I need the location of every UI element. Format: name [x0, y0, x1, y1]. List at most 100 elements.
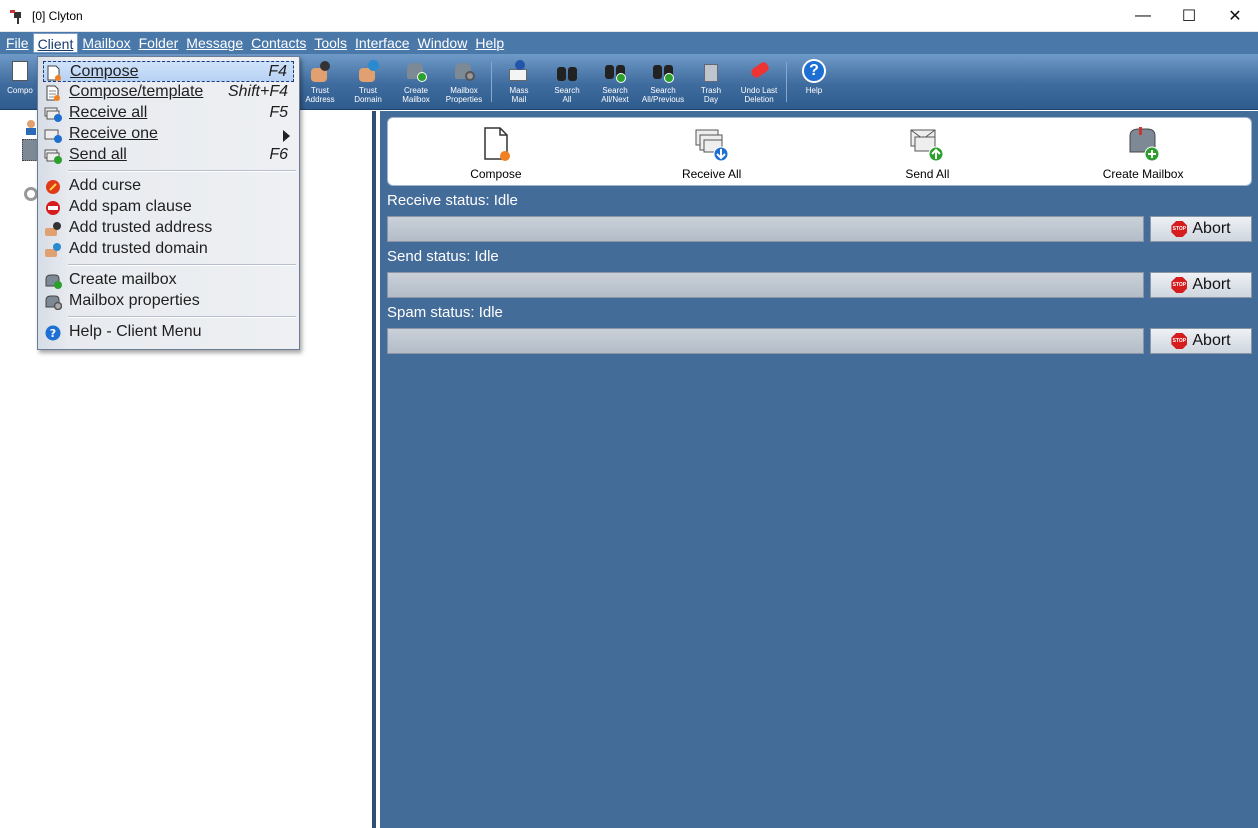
toolbar-separator: [786, 62, 787, 102]
mass-mail-icon: [507, 59, 531, 85]
close-button[interactable]: ✕: [1212, 0, 1258, 32]
menu-item-add-spam-clause[interactable]: Add spam clause: [38, 197, 299, 218]
toolbar-trash-day-button[interactable]: Trash Day: [687, 54, 735, 110]
receive-all-icon: [44, 106, 62, 122]
menu-separator: [68, 170, 296, 172]
trash-icon: [699, 59, 723, 85]
receive-abort-button[interactable]: STOP Abort: [1150, 216, 1252, 242]
send-progress-bar: [387, 272, 1144, 298]
toolbar-compose-button[interactable]: Compo: [0, 54, 40, 110]
create-mailbox-icon: [44, 273, 62, 289]
binoculars-next-icon: [603, 59, 627, 85]
menu-message[interactable]: Message: [182, 33, 247, 53]
spam-clause-icon: [44, 200, 62, 216]
menu-item-send-all[interactable]: Send all F6: [38, 145, 299, 166]
binoculars-previous-icon: [651, 59, 675, 85]
stop-icon: STOP: [1171, 333, 1188, 349]
minimize-button[interactable]: —: [1120, 0, 1166, 32]
submenu-arrow-icon: [283, 130, 290, 142]
toolbar-separator: [491, 62, 492, 102]
quick-action-bar: Compose Receive All Send All Create Mail…: [387, 117, 1252, 186]
status-pane: Compose Receive All Send All Create Mail…: [380, 111, 1258, 828]
quick-compose-button[interactable]: Compose: [388, 118, 604, 185]
binoculars-icon: [555, 59, 579, 85]
toolbar-trust-address-button[interactable]: Trust Address: [296, 54, 344, 110]
toolbar-mass-mail-button[interactable]: Mass Mail: [495, 54, 543, 110]
send-abort-button[interactable]: STOP Abort: [1150, 272, 1252, 298]
compose-template-icon: [44, 85, 62, 101]
send-status-label: Send status: Idle: [387, 248, 499, 265]
toolbar-mailbox-properties-button[interactable]: Mailbox Properties: [440, 54, 488, 110]
trust-domain-icon: [356, 59, 380, 85]
menu-item-add-trusted-domain[interactable]: Add trusted domain: [38, 239, 299, 260]
spam-status-label: Spam status: Idle: [387, 304, 503, 321]
menu-interface[interactable]: Interface: [351, 33, 413, 53]
menu-separator: [68, 316, 296, 318]
toolbar-help-button[interactable]: ? Help: [790, 54, 838, 110]
toolbar-undo-deletion-button[interactable]: Undo Last Deletion: [735, 54, 783, 110]
menu-item-compose[interactable]: Compose F4: [43, 61, 294, 82]
menu-item-compose-template[interactable]: Compose/template Shift+F4: [38, 82, 299, 103]
receive-all-icon: [694, 126, 730, 162]
menu-bar: File Client Mailbox Folder Message Conta…: [0, 32, 1258, 54]
create-mailbox-icon: [404, 59, 428, 85]
toolbar-trust-domain-button[interactable]: Trust Domain: [344, 54, 392, 110]
menu-file[interactable]: File: [2, 33, 33, 53]
compose-icon: [8, 59, 32, 85]
maximize-button[interactable]: ☐: [1166, 0, 1212, 32]
mailbox-properties-icon: [452, 59, 476, 85]
receive-one-icon: [44, 127, 62, 143]
window-title: [0] Clyton: [32, 8, 83, 23]
menu-client[interactable]: Client: [32, 33, 79, 53]
menu-item-help-client[interactable]: ? Help - Client Menu: [38, 322, 299, 343]
toolbar-create-mailbox-button[interactable]: Create Mailbox: [392, 54, 440, 110]
menu-mailbox[interactable]: Mailbox: [78, 33, 134, 53]
menu-item-create-mailbox[interactable]: Create mailbox: [38, 270, 299, 291]
menu-folder[interactable]: Folder: [135, 33, 183, 53]
trusted-domain-icon: [44, 242, 62, 258]
toolbar-search-previous-button[interactable]: Search All/Previous: [639, 54, 687, 110]
send-all-icon: [909, 126, 945, 162]
quick-create-mailbox-button[interactable]: Create Mailbox: [1035, 118, 1251, 185]
mailbox-icon: [22, 139, 38, 161]
quick-receive-all-button[interactable]: Receive All: [604, 118, 820, 185]
stop-icon: STOP: [1171, 221, 1188, 237]
toolbar-search-all-button[interactable]: Search All: [543, 54, 591, 110]
help-icon: ?: [802, 59, 826, 85]
compose-icon: [45, 65, 63, 81]
compose-icon: [478, 126, 514, 162]
send-all-icon: [44, 148, 62, 164]
stop-icon: STOP: [1171, 277, 1188, 293]
menu-item-mailbox-properties[interactable]: Mailbox properties: [38, 291, 299, 312]
trust-address-icon: [308, 59, 332, 85]
app-mailbox-icon: [8, 7, 26, 25]
trusted-address-icon: [44, 221, 62, 237]
eraser-icon: [747, 59, 771, 85]
receive-status-label: Receive status: Idle: [387, 192, 518, 209]
menu-item-receive-all[interactable]: Receive all F5: [38, 103, 299, 124]
close-icon: ✕: [1228, 8, 1242, 25]
menu-window[interactable]: Window: [414, 33, 472, 53]
menu-contacts[interactable]: Contacts: [247, 33, 310, 53]
menu-tools[interactable]: Tools: [310, 33, 351, 53]
menu-item-receive-one[interactable]: Receive one: [38, 124, 299, 145]
curse-icon: [44, 179, 62, 195]
gear-icon: [24, 187, 38, 201]
client-dropdown-menu: Compose F4 Compose/template Shift+F4 Rec…: [37, 56, 300, 350]
title-bar: [0] Clyton — ☐ ✕: [0, 0, 1258, 32]
create-mailbox-icon: [1125, 126, 1161, 162]
maximize-icon: ☐: [1181, 8, 1197, 25]
mailbox-properties-icon: [44, 294, 63, 311]
menu-item-add-trusted-address[interactable]: Add trusted address: [38, 218, 299, 239]
help-icon: ?: [44, 325, 62, 341]
quick-send-all-button[interactable]: Send All: [820, 118, 1036, 185]
menu-help[interactable]: Help: [471, 33, 508, 53]
spam-progress-bar: [387, 328, 1144, 354]
toolbar-search-next-button[interactable]: Search All/Next: [591, 54, 639, 110]
svg-text:?: ?: [50, 327, 56, 340]
menu-item-add-curse[interactable]: Add curse: [38, 176, 299, 197]
spam-abort-button[interactable]: STOP Abort: [1150, 328, 1252, 354]
minimize-icon: —: [1135, 7, 1151, 24]
menu-separator: [68, 264, 296, 266]
user-icon: [24, 119, 38, 135]
